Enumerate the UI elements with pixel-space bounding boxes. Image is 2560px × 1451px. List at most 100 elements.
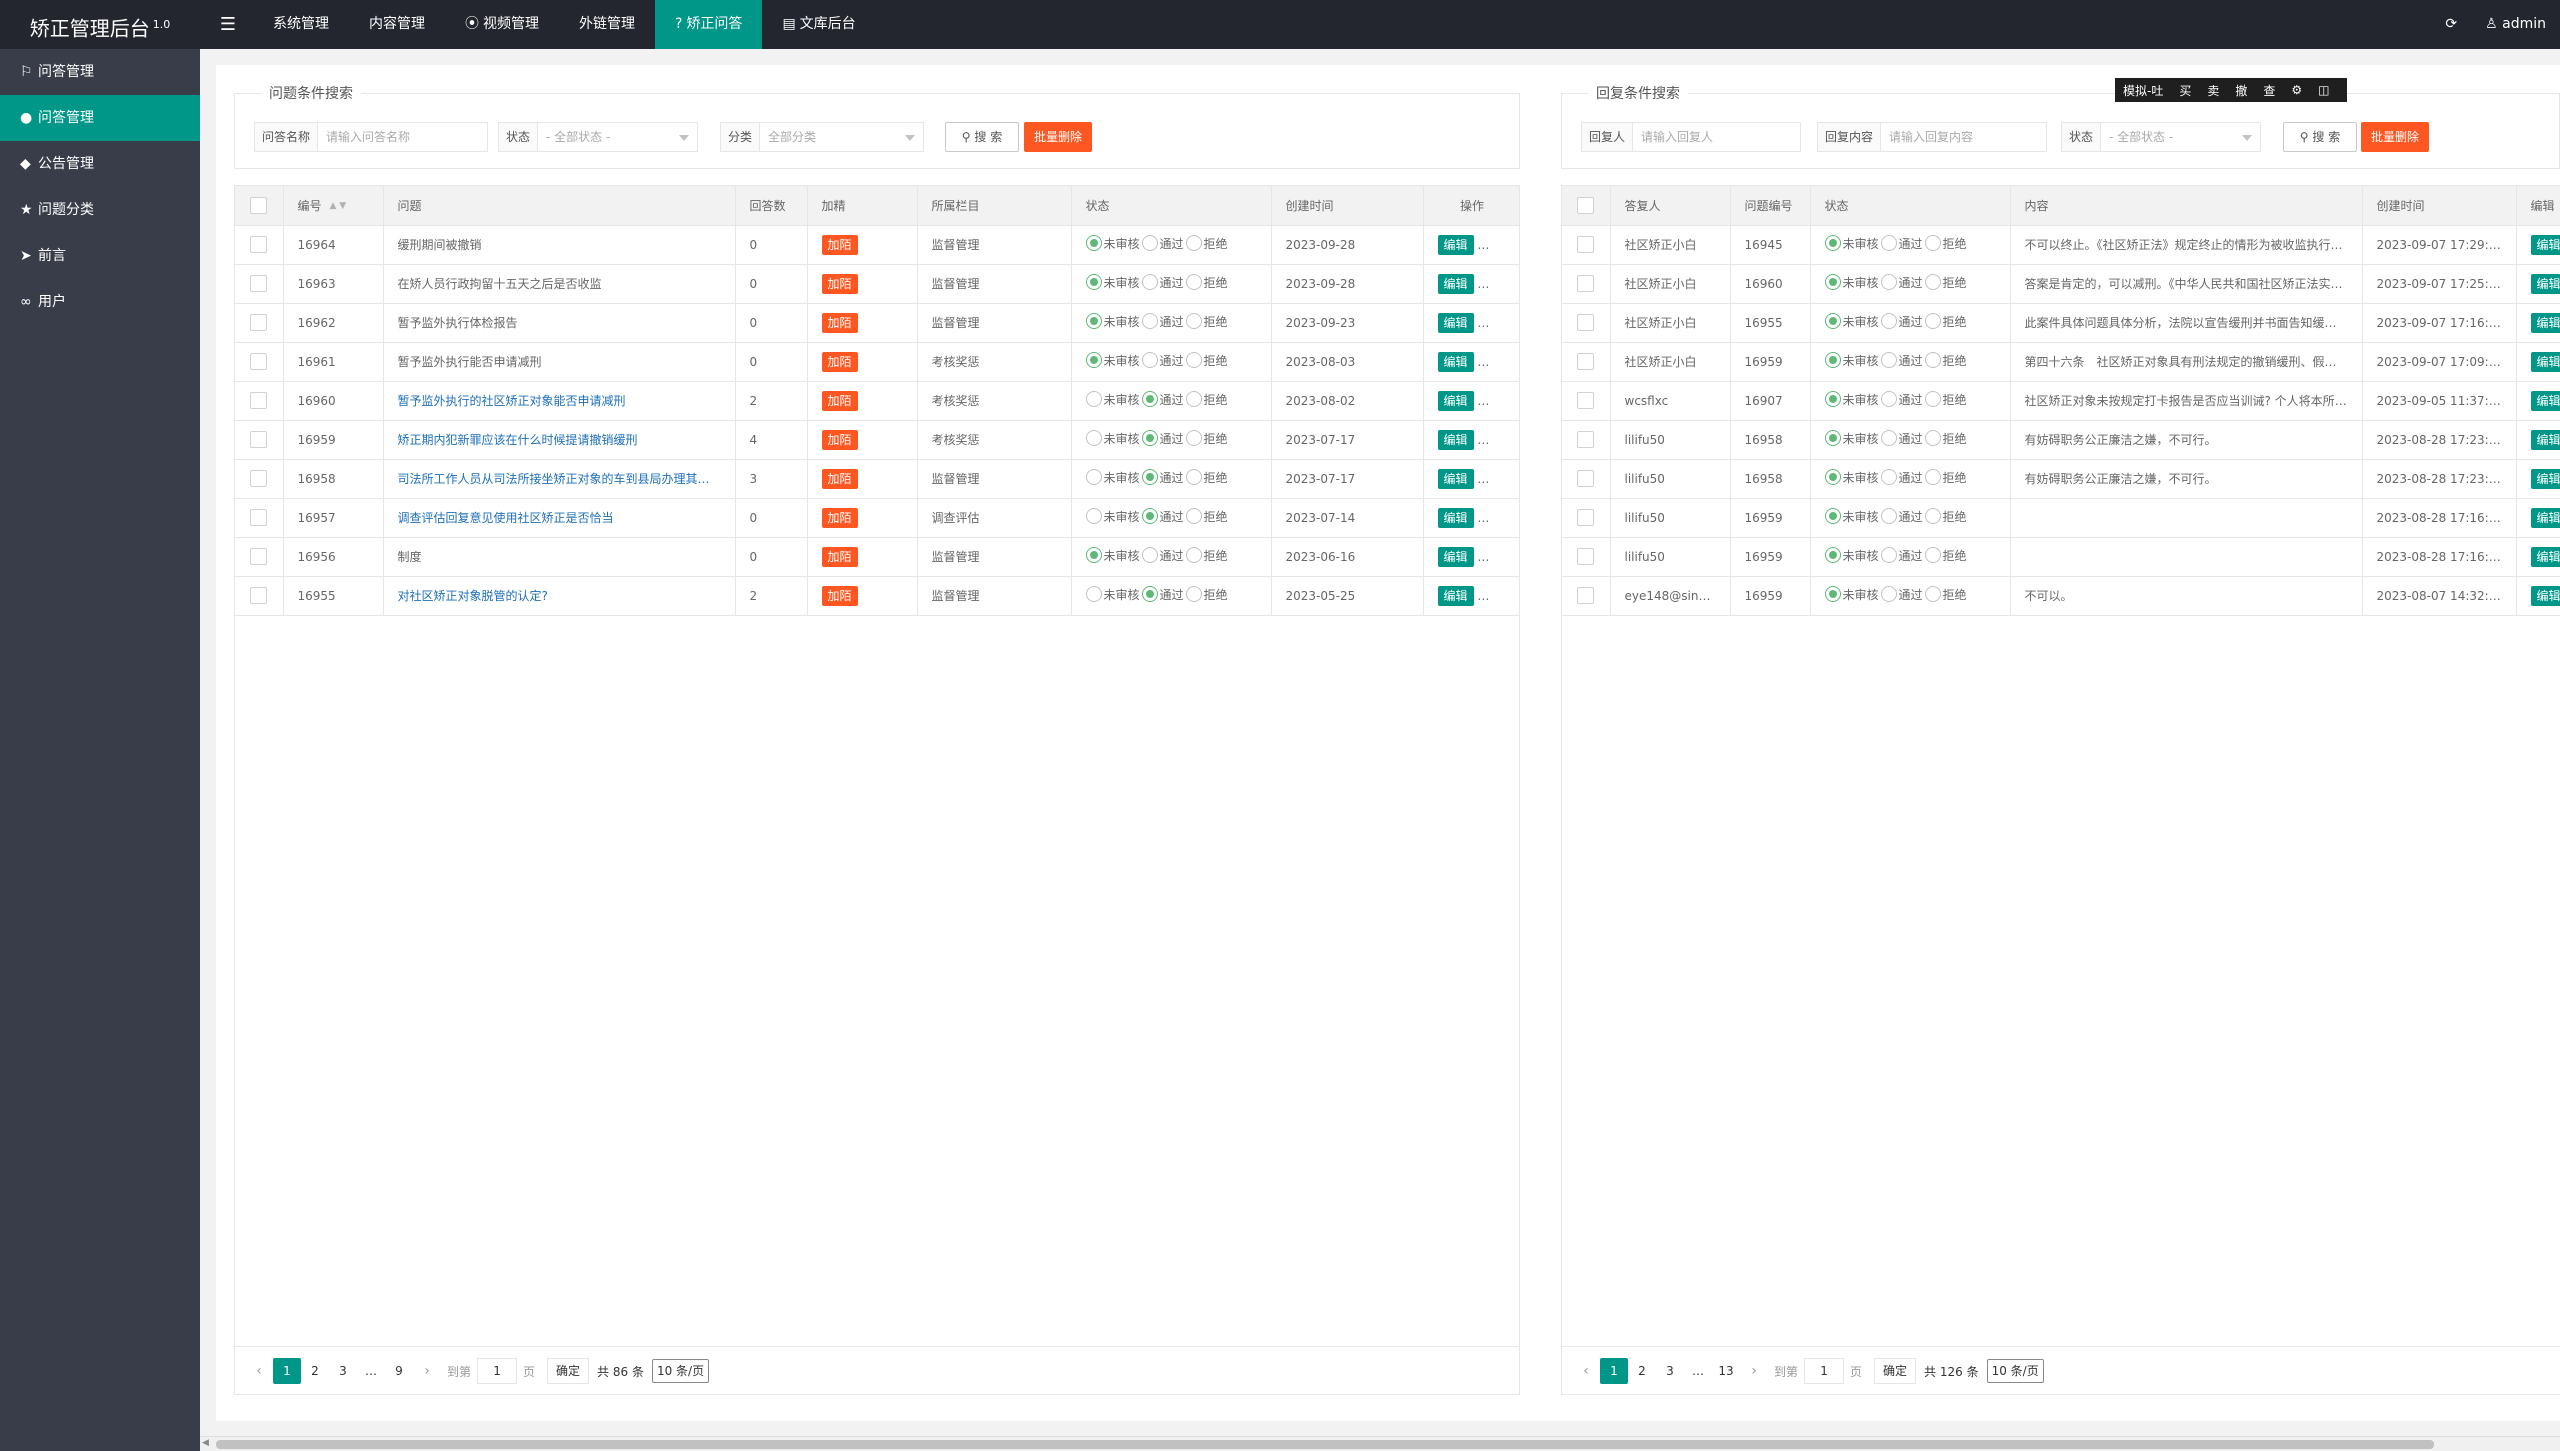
sidebar-item[interactable]: ➤ 前言 (0, 233, 200, 279)
question-status-select[interactable]: - 全部状态 - (538, 122, 699, 152)
edit-button[interactable]: 编辑 (1437, 234, 1474, 255)
goto-confirm-button[interactable]: 确定 (1874, 1358, 1917, 1384)
status-radio[interactable]: 通过 (1141, 508, 1184, 525)
status-radio[interactable]: 未审核 (1824, 508, 1879, 525)
user-menu[interactable]: ♙ admin (2471, 0, 2560, 49)
status-radio[interactable]: 拒绝 (1185, 430, 1228, 447)
toolbar-item[interactable]: 模拟-吐 (2115, 82, 2171, 99)
row-checkbox[interactable] (250, 196, 268, 214)
status-radio[interactable]: 通过 (1141, 274, 1184, 291)
status-radio[interactable]: 未审核 (1085, 274, 1140, 291)
status-radio[interactable]: 未审核 (1824, 352, 1879, 369)
status-radio[interactable]: 未审核 (1085, 508, 1140, 525)
row-checkbox[interactable] (1577, 236, 1595, 253)
question-title[interactable]: 司法所工作人员从司法所接坐矫正对象的车到县局办理其… (383, 459, 736, 499)
question-title[interactable]: 暂予监外执行的社区矫正对象能否申请减刑 (383, 381, 736, 421)
sidebar-item[interactable]: ◆ 公告管理 (0, 141, 200, 187)
status-radio[interactable]: 拒绝 (1185, 274, 1228, 291)
status-radio[interactable]: 拒绝 (1185, 352, 1228, 369)
sort-icon[interactable]: ▲ ▼ (330, 201, 347, 210)
row-checkbox[interactable] (1577, 392, 1595, 409)
status-radio[interactable]: 拒绝 (1924, 313, 1967, 330)
row-checkbox[interactable] (1577, 509, 1595, 526)
scrollbar-thumb[interactable] (216, 1440, 2434, 1449)
status-radio[interactable]: 通过 (1880, 352, 1923, 369)
row-checkbox[interactable] (250, 431, 268, 448)
refresh-icon[interactable]: ⟳ (2431, 0, 2471, 49)
edit-button[interactable]: 编辑 (2530, 468, 2560, 489)
row-checkbox[interactable] (250, 470, 268, 487)
status-radio[interactable]: 未审核 (1085, 313, 1140, 330)
row-checkbox[interactable] (250, 392, 268, 409)
edit-button[interactable]: 编辑 (2530, 312, 2560, 333)
status-radio[interactable]: 未审核 (1824, 469, 1879, 486)
feature-button[interactable]: 加陌 (821, 234, 858, 255)
edit-button[interactable]: 编辑 (1437, 390, 1474, 411)
status-radio[interactable]: 拒绝 (1924, 391, 1967, 408)
status-radio[interactable]: 通过 (1880, 469, 1923, 486)
question-title[interactable]: 调查评估回复意见使用社区矫正是否恰当 (383, 498, 736, 538)
sidebar-item[interactable]: ● 问答管理 (0, 95, 200, 141)
status-radio[interactable]: 拒绝 (1924, 508, 1967, 525)
status-radio[interactable]: 拒绝 (1924, 274, 1967, 291)
row-checkbox[interactable] (250, 548, 268, 565)
reply-content-input[interactable]: 请输入回复内容 (1881, 122, 2048, 152)
status-radio[interactable]: 未审核 (1085, 469, 1140, 486)
row-checkbox[interactable] (250, 509, 268, 526)
horizontal-scrollbar[interactable]: ◀ (200, 1436, 2560, 1451)
edit-button[interactable]: 编辑 (1437, 273, 1474, 294)
status-radio[interactable]: 未审核 (1085, 352, 1140, 369)
status-radio[interactable]: 未审核 (1824, 235, 1879, 252)
menu-toggle-icon[interactable]: ☰ (203, 0, 253, 49)
feature-button[interactable]: 加陌 (821, 468, 858, 489)
status-radio[interactable]: 未审核 (1824, 274, 1879, 291)
status-radio[interactable]: 拒绝 (1185, 391, 1228, 408)
prev-page-icon[interactable]: ‹ (245, 1358, 273, 1384)
page-number[interactable]: 1 (1600, 1358, 1628, 1384)
status-radio[interactable]: 拒绝 (1185, 547, 1228, 564)
sidebar-item[interactable]: ★ 问题分类 (0, 187, 200, 233)
page-number[interactable]: 13 (1712, 1358, 1740, 1384)
status-radio[interactable]: 未审核 (1824, 547, 1879, 564)
sidebar-item[interactable]: ∞ 用户 (0, 279, 200, 325)
question-title[interactable]: 在矫人员行政拘留十五天之后是否收监 (383, 264, 736, 304)
page-number[interactable]: 3 (329, 1358, 357, 1384)
row-checkbox[interactable] (1577, 275, 1595, 292)
edit-button[interactable]: 编辑 (2530, 546, 2560, 567)
page-number[interactable]: 3 (1656, 1358, 1684, 1384)
question-title[interactable]: 矫正期内犯新罪应该在什么时候提请撤销缓刑 (383, 420, 736, 460)
edit-button[interactable]: 编辑 (2530, 585, 2560, 606)
next-page-icon[interactable]: › (1740, 1358, 1768, 1384)
status-radio[interactable]: 拒绝 (1185, 508, 1228, 525)
status-radio[interactable]: 未审核 (1824, 313, 1879, 330)
goto-page-input[interactable]: 1 (1804, 1358, 1845, 1384)
status-radio[interactable]: 未审核 (1085, 430, 1140, 447)
row-checkbox[interactable] (1577, 431, 1595, 448)
edit-button[interactable]: 编辑 (2530, 234, 2560, 255)
question-category-select[interactable]: 全部分类 (760, 122, 925, 152)
reply-status-select[interactable]: - 全部状态 - (2101, 122, 2262, 152)
status-radio[interactable]: 拒绝 (1185, 313, 1228, 330)
question-title[interactable]: 制度 (383, 537, 736, 577)
status-radio[interactable]: 拒绝 (1185, 469, 1228, 486)
feature-button[interactable]: 加陌 (821, 546, 858, 567)
goto-page-input[interactable]: 1 (477, 1358, 518, 1384)
row-checkbox[interactable] (250, 236, 268, 253)
feature-button[interactable]: 加陌 (821, 429, 858, 450)
toolbar-item[interactable]: 卖 (2199, 82, 2227, 99)
reply-search-button[interactable]: ⚲ 搜 索 (2283, 122, 2357, 152)
edit-button[interactable]: 编辑 (1437, 429, 1474, 450)
row-checkbox[interactable] (1577, 470, 1595, 487)
replier-input[interactable]: 请输入回复人 (1633, 122, 1802, 152)
status-radio[interactable]: 拒绝 (1185, 235, 1228, 252)
status-radio[interactable]: 拒绝 (1924, 586, 1967, 603)
status-radio[interactable]: 拒绝 (1924, 430, 1967, 447)
row-checkbox[interactable] (250, 353, 268, 370)
question-search-button[interactable]: ⚲ 搜 索 (945, 122, 1019, 152)
row-checkbox[interactable] (250, 587, 268, 604)
status-radio[interactable]: 通过 (1880, 274, 1923, 291)
row-checkbox[interactable] (1577, 196, 1595, 214)
status-radio[interactable]: 未审核 (1824, 430, 1879, 447)
page-number[interactable]: 1 (273, 1358, 301, 1384)
edit-button[interactable]: 编辑 (1437, 585, 1474, 606)
